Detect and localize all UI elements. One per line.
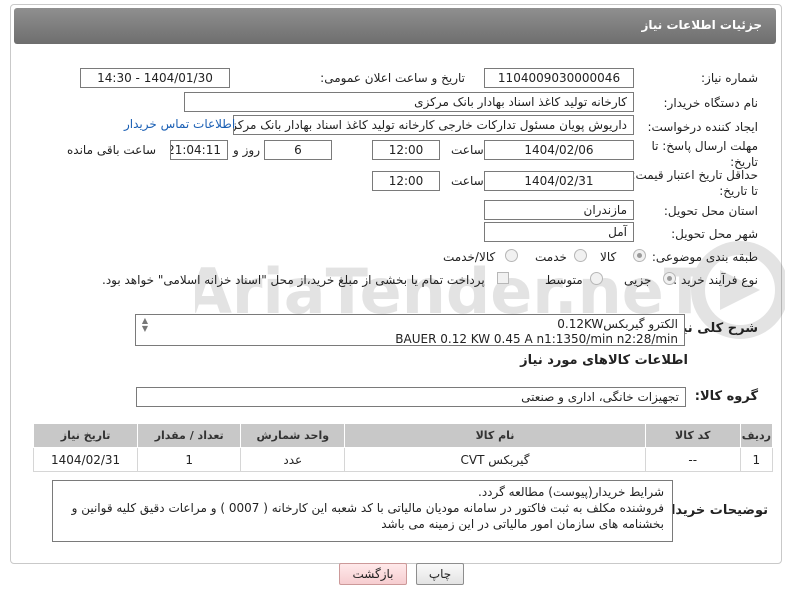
- category-service-label: خدمت: [535, 250, 567, 264]
- category-goods-label: کالا: [600, 250, 617, 264]
- process-medium-label: متوسط: [545, 273, 583, 287]
- category-label: طبقه بندی موضوعی:: [651, 250, 758, 264]
- process-minor-radio[interactable]: [663, 272, 676, 285]
- goods-info-title: اطلاعات کالاهای مورد نیاز: [520, 353, 688, 368]
- buyer-org-label: نام دستگاه خریدار:: [663, 96, 759, 110]
- buyer-notes-box[interactable]: شرایط خریدار(پیوست) مطالعه گردد. فروشنده…: [52, 480, 673, 542]
- buyer-contact-link[interactable]: اطلاعات تماس خریدار: [124, 117, 235, 131]
- panel-header: جزئیات اطلاعات نیاز: [14, 8, 776, 44]
- city-label: شهر محل تحویل:: [671, 227, 758, 241]
- category-goods-radio[interactable]: [633, 249, 646, 262]
- price-date-field: 1404/02/31: [484, 171, 634, 191]
- col-unit-header: واحد شمارش: [240, 423, 346, 448]
- cell-code: --: [644, 447, 741, 472]
- city-field: آمل: [484, 222, 634, 242]
- items-table: ردیف کد کالا نام کالا واحد شمارش تعداد /…: [32, 423, 774, 472]
- summary-textarea[interactable]: ▲ ▼ الکترو گیربکس0.12KW BAUER 0.12 KW 0.4…: [135, 314, 685, 346]
- print-button[interactable]: چاپ: [416, 563, 464, 585]
- category-both-radio[interactable]: [505, 249, 518, 262]
- scroll-arrows-icon[interactable]: ▲ ▼: [138, 317, 148, 333]
- price-time-field: 12:00: [372, 171, 440, 191]
- cell-unit: عدد: [240, 447, 346, 472]
- need-number-field: 1104009030000046: [484, 68, 634, 88]
- announce-label: تاریخ و ساعت اعلان عمومی:: [320, 71, 465, 85]
- summary-line-2: BAUER 0.12 KW 0.45 A n1:1350/min n2:28/m…: [395, 332, 678, 346]
- remaining-time-field: 21:04:11: [170, 140, 228, 160]
- buyer-notes-line-2: فروشنده مکلف به ثبت فاکتور در سامانه مود…: [71, 501, 664, 515]
- need-number-label: شماره نیاز:: [701, 71, 758, 85]
- buyer-notes-line-1: شرایط خریدار(پیوست) مطالعه گردد.: [478, 485, 664, 499]
- category-service-radio[interactable]: [574, 249, 587, 262]
- goods-group-field: تجهیزات خانگی، اداری و صنعتی: [136, 387, 686, 407]
- category-both-label: کالا/خدمت: [443, 250, 496, 264]
- col-name-header: نام کالا: [344, 423, 646, 448]
- goods-group-label: گروه کالا:: [694, 389, 758, 404]
- cell-name: گیربکس CVT: [344, 447, 646, 472]
- table-row: 1 -- گیربکس CVT عدد 1 1404/02/31: [32, 447, 774, 472]
- treasury-payment-note: پرداخت تمام یا بخشی از مبلغ خرید،از محل …: [102, 273, 485, 287]
- process-medium-radio[interactable]: [590, 272, 603, 285]
- reply-time-field: 12:00: [372, 140, 440, 160]
- reply-date-field: 1404/02/06: [484, 140, 634, 160]
- remaining-time-label: ساعت باقی مانده: [67, 143, 157, 157]
- table-header-row: ردیف کد کالا نام کالا واحد شمارش تعداد /…: [32, 423, 774, 448]
- process-label: نوع فرآیند خرید :: [673, 273, 758, 287]
- cell-qty: 1: [137, 447, 242, 472]
- col-date-header: تاریخ نیاز: [32, 423, 139, 448]
- back-button[interactable]: بازگشت: [339, 563, 407, 585]
- buyer-org-field: کارخانه تولید کاغذ اسناد بهادار بانک مرک…: [184, 92, 634, 112]
- cell-row: 1: [739, 447, 774, 472]
- buyer-notes-label: توضیحات خریدار:: [658, 503, 768, 518]
- reply-deadline-label: مهلت ارسال پاسخ: تا تاریخ:: [651, 139, 758, 169]
- announce-field: 1404/01/30 - 14:30: [80, 68, 230, 88]
- reply-time-label: ساعت: [451, 143, 484, 157]
- price-deadline-label: حداقل تاریخ اعتبار قیمت: تا تاریخ:: [631, 168, 758, 198]
- creator-label: ایجاد کننده درخواست:: [647, 120, 758, 134]
- col-code-header: کد کالا: [644, 423, 741, 448]
- process-minor-label: جزیی: [624, 273, 652, 287]
- province-label: استان محل تحویل:: [663, 204, 758, 218]
- treasury-payment-checkbox[interactable]: [497, 272, 509, 284]
- remaining-days-field: 6: [264, 140, 332, 160]
- province-field: مازندران: [484, 200, 634, 220]
- creator-field: داریوش پویان مسئول تدارکات خارجی کارخانه…: [233, 115, 634, 135]
- summary-line-1: الکترو گیربکس0.12KW: [557, 317, 678, 331]
- days-label: روز و: [233, 143, 260, 157]
- col-row-header: ردیف: [739, 423, 774, 448]
- cell-date: 1404/02/31: [32, 447, 139, 472]
- price-time-label: ساعت: [451, 174, 484, 188]
- buyer-notes-line-3: بخشنامه های سازمان امور مالیاتی در این ز…: [381, 517, 664, 531]
- col-qty-header: تعداد / مقدار: [137, 423, 242, 448]
